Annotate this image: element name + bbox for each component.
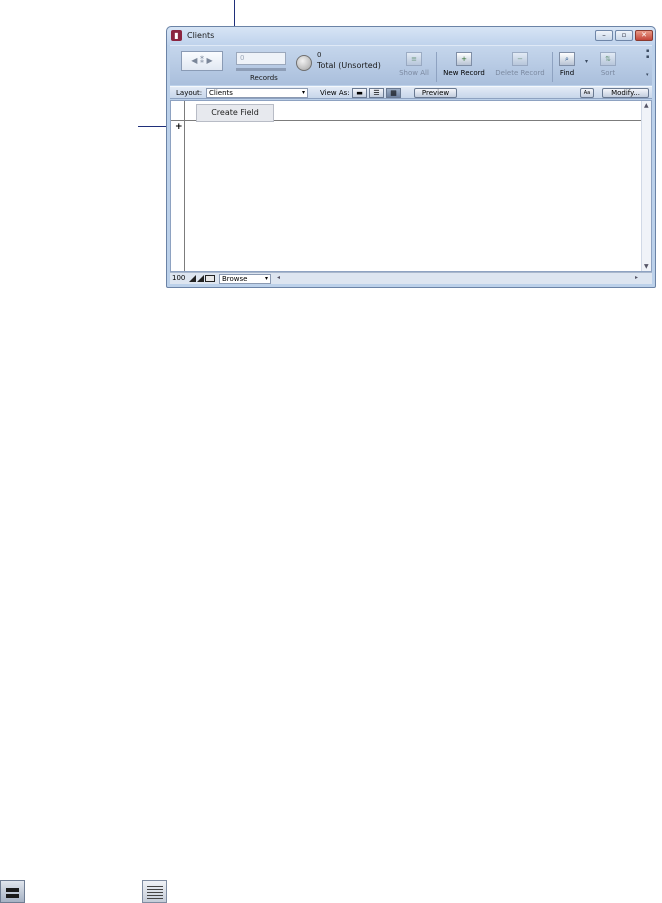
close-button[interactable]: ✕	[635, 30, 653, 41]
window-title: Clients	[187, 31, 215, 40]
toolbar-overflow-grip-icon[interactable]: ▪ ▪ ▾	[646, 48, 651, 84]
add-record-plus-icon[interactable]: +	[175, 123, 185, 133]
create-field-column-header[interactable]: Create Field	[196, 104, 274, 122]
formatting-bar-toggle-icon[interactable]: Aa	[580, 88, 594, 98]
new-record-button[interactable]: + New Record	[439, 52, 489, 77]
toolbar-separator	[552, 52, 553, 82]
mode-dropdown[interactable]: Browse ▾	[219, 274, 271, 284]
bottom-status-bar: 100 Browse ▾ ◂ ▸	[170, 272, 652, 284]
filemaker-app-icon: ▮	[171, 30, 182, 41]
toolbar-separator	[436, 52, 437, 82]
record-slider[interactable]	[236, 68, 286, 71]
new-record-label: New Record	[443, 69, 485, 77]
layout-label: Layout:	[176, 89, 203, 97]
chevron-down-icon: ▾	[301, 89, 305, 96]
new-record-icon: +	[456, 52, 472, 66]
layout-dropdown-value: Clients	[209, 89, 233, 97]
find-label: Find	[559, 69, 575, 77]
zoom-in-icon[interactable]	[197, 275, 204, 282]
zoom-out-icon[interactable]	[189, 275, 196, 282]
view-as-form-button[interactable]: ▬	[352, 88, 367, 98]
show-all-icon: ≡	[406, 52, 422, 66]
found-count: 0	[317, 51, 322, 59]
scroll-left-arrow-icon[interactable]: ◂	[277, 274, 280, 281]
modify-button[interactable]: Modify...	[602, 88, 649, 98]
found-set-pie-icon	[296, 55, 312, 71]
find-button[interactable]: ⌕ Find	[556, 52, 578, 77]
view-as-label: View As:	[320, 89, 350, 97]
form-view-icon	[0, 880, 25, 903]
view-as-table-button[interactable]: ▦	[386, 88, 401, 98]
vertical-scrollbar[interactable]: ▲ ▼	[641, 101, 651, 271]
status-toolbar-toggle-icon[interactable]	[205, 275, 215, 282]
view-as-list-button[interactable]: ☰	[369, 88, 384, 98]
zoom-level[interactable]: 100	[172, 274, 185, 282]
maximize-button[interactable]: ▫	[615, 30, 633, 41]
show-all-label: Show All	[399, 69, 429, 77]
scroll-up-arrow-icon[interactable]: ▲	[644, 102, 649, 109]
find-dropdown-chevron-icon[interactable]: ▾	[585, 58, 588, 65]
clients-window: ▮ Clients – ▫ ✕ ◀ ⁑ ▶ 0 Records 0 Total …	[166, 26, 656, 288]
preview-button[interactable]: Preview	[414, 88, 457, 98]
show-all-button[interactable]: ≡ Show All	[396, 52, 432, 77]
chevron-down-icon: ▾	[264, 275, 268, 282]
delete-record-button[interactable]: − Delete Record	[492, 52, 548, 77]
minimize-button[interactable]: –	[595, 30, 613, 41]
list-view-icon	[142, 880, 167, 903]
layout-bar: Layout: Clients ▾ View As: ▬ ☰ ▦ Preview…	[170, 86, 652, 99]
scroll-down-arrow-icon[interactable]: ▼	[644, 263, 649, 270]
mode-dropdown-value: Browse	[222, 275, 248, 283]
table-view-content[interactable]: Create Field + ▲ ▼	[170, 100, 652, 272]
layout-dropdown[interactable]: Clients ▾	[206, 88, 308, 98]
total-unsorted-label: Total (Unsorted)	[317, 61, 381, 70]
record-navigator-book-icon[interactable]: ◀ ⁑ ▶	[181, 51, 223, 71]
status-toolbar: ◀ ⁑ ▶ 0 Records 0 Total (Unsorted) ≡ Sho…	[170, 45, 652, 85]
find-magnifier-icon: ⌕	[559, 52, 575, 66]
records-label: Records	[250, 74, 278, 82]
sort-label: Sort	[600, 69, 616, 77]
current-record-field[interactable]: 0	[236, 52, 286, 65]
sort-icon: ⇅	[600, 52, 616, 66]
sort-button[interactable]: ⇅ Sort	[595, 52, 621, 77]
window-titlebar[interactable]: ▮ Clients – ▫ ✕	[167, 27, 655, 45]
scroll-right-arrow-icon[interactable]: ▸	[635, 274, 638, 281]
delete-record-label: Delete Record	[495, 69, 545, 77]
delete-record-icon: −	[512, 52, 528, 66]
